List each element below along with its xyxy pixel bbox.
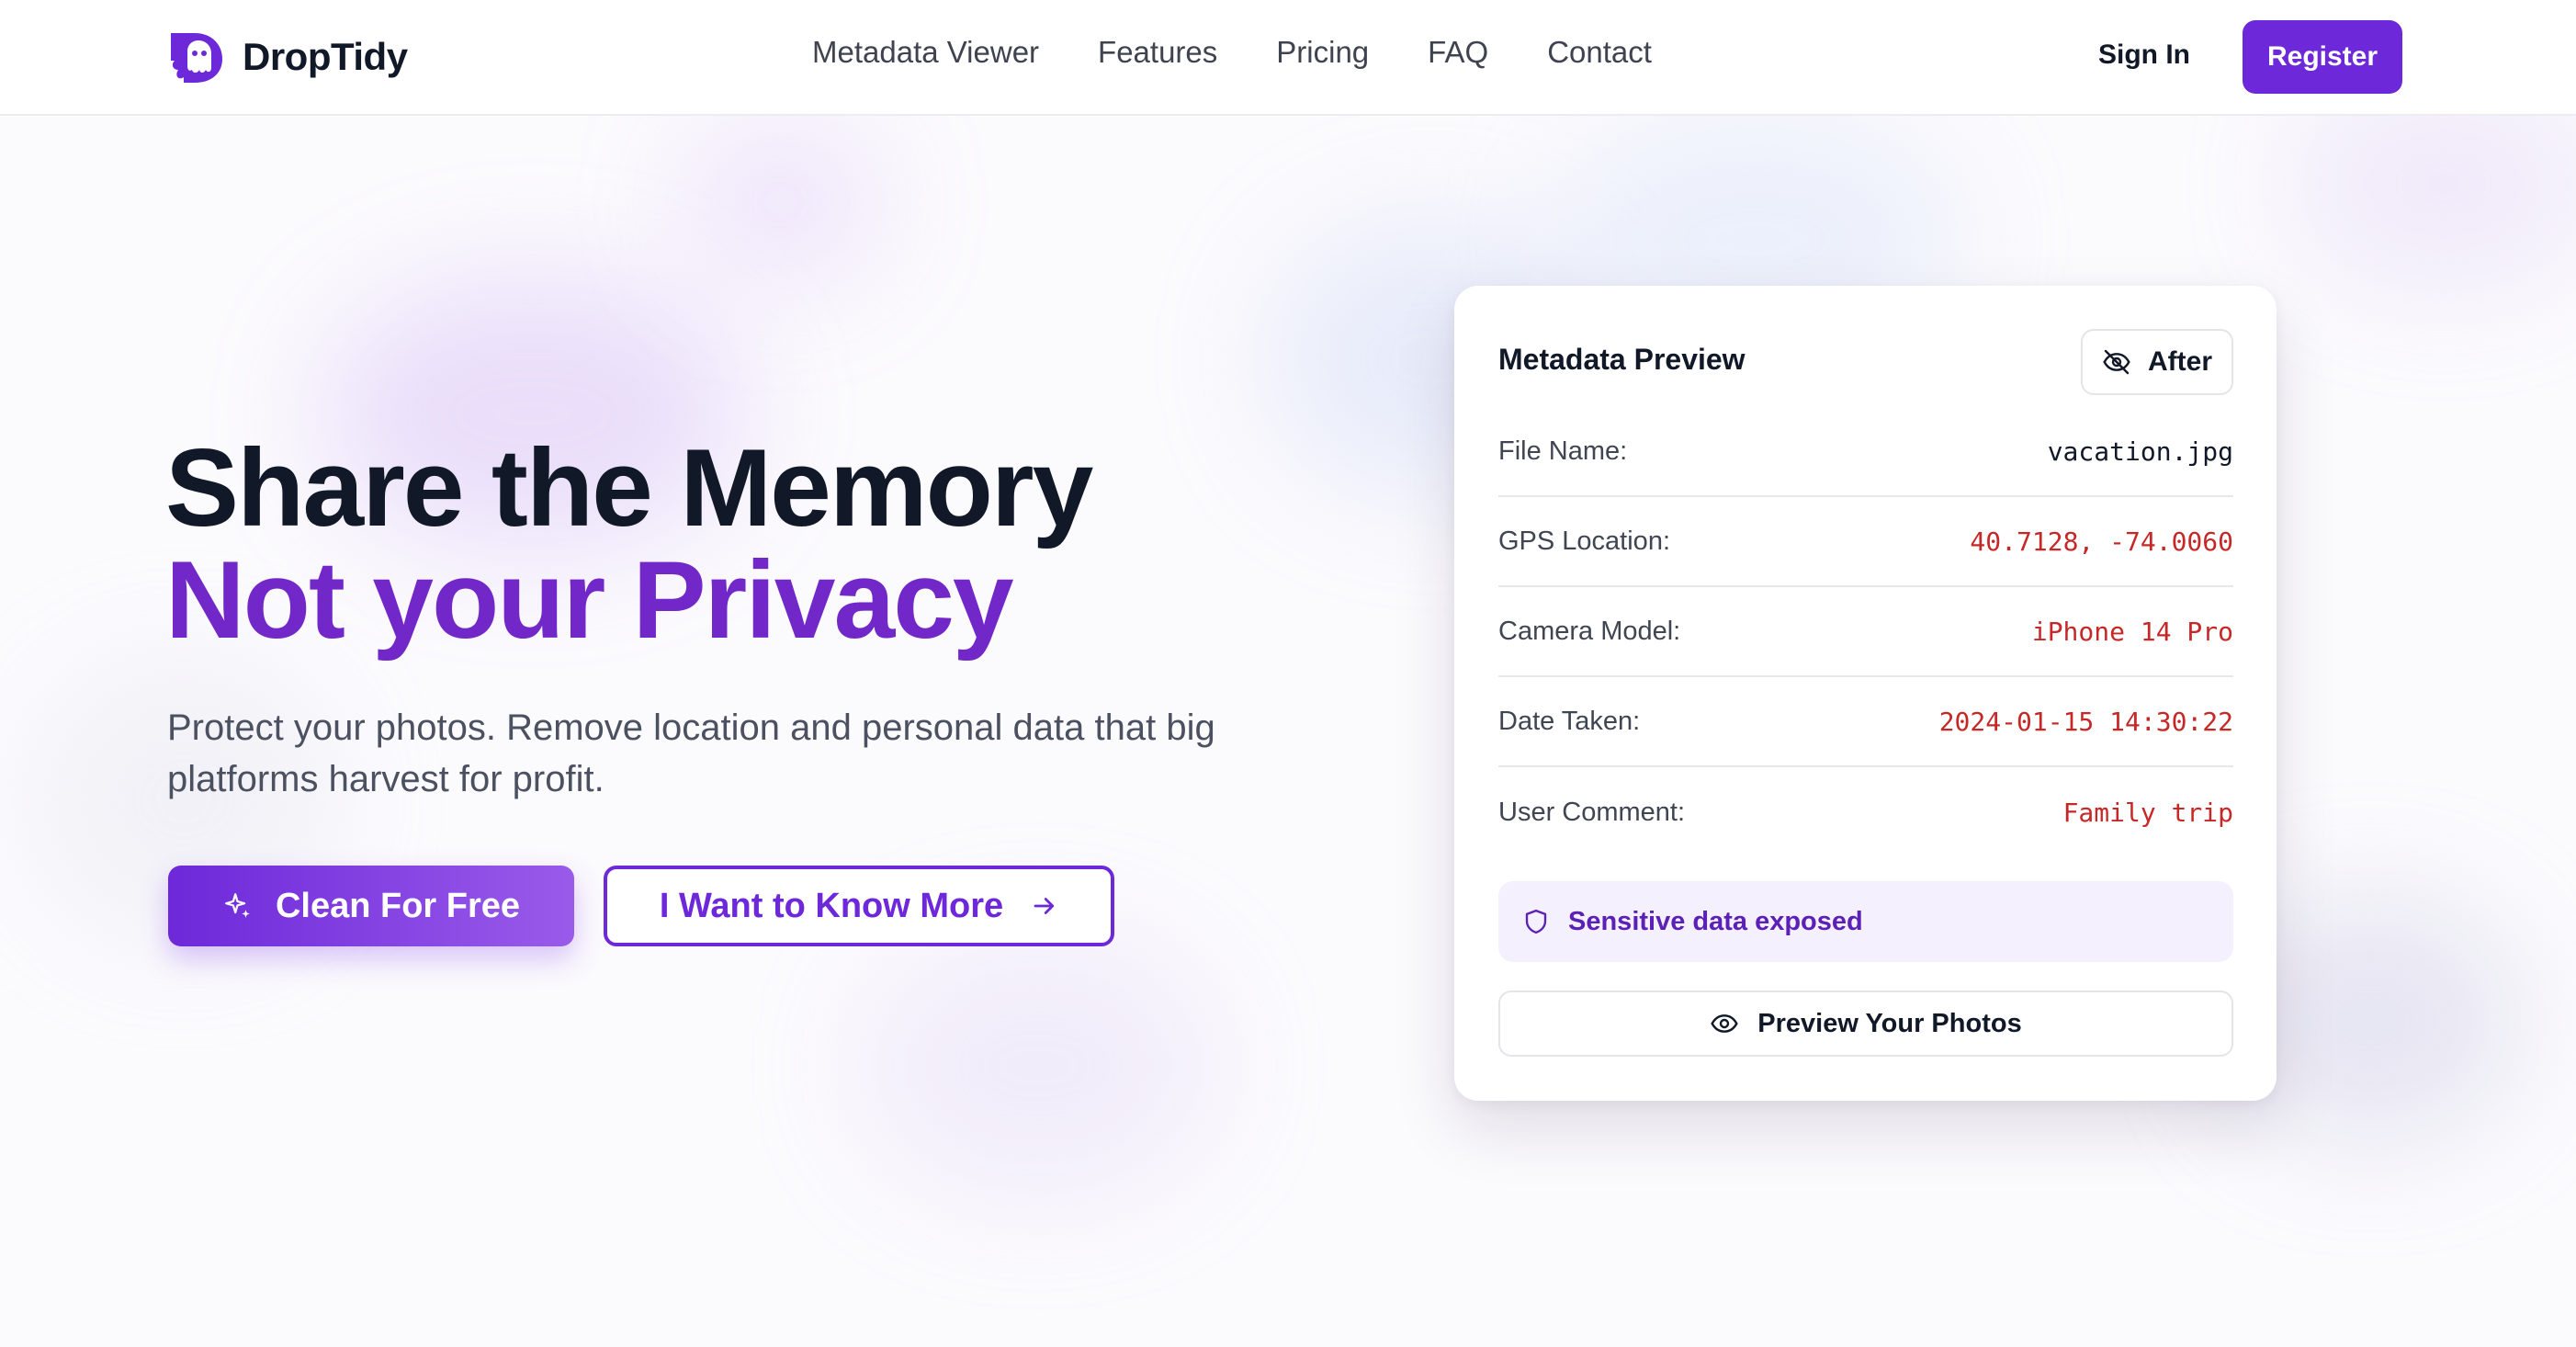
nav-metadata-viewer[interactable]: Metadata Viewer bbox=[812, 35, 1039, 70]
hero-title-line-1: Share the Memory bbox=[165, 426, 1093, 549]
register-button[interactable]: Register bbox=[2243, 20, 2402, 94]
eye-off-icon bbox=[2103, 349, 2130, 375]
alert-text: Sensitive data exposed bbox=[1568, 906, 1863, 936]
know-more-button[interactable]: I Want to Know More bbox=[604, 866, 1114, 946]
nav-pricing[interactable]: Pricing bbox=[1276, 35, 1369, 70]
shield-icon bbox=[1525, 909, 1547, 934]
page: DropTidy Metadata Viewer Features Pricin… bbox=[0, 0, 2576, 1347]
arrow-right-icon bbox=[1034, 898, 1055, 914]
background-blob bbox=[864, 937, 1213, 1194]
site-header: DropTidy Metadata Viewer Features Pricin… bbox=[0, 0, 2576, 116]
metadata-row: File Name: vacation.jpg bbox=[1498, 407, 2233, 497]
eye-icon bbox=[1711, 1014, 1739, 1033]
file-name-label: File Name: bbox=[1498, 436, 1628, 466]
hero-subtitle: Protect your photos. Remove location and… bbox=[167, 707, 1215, 799]
hero-title-line-2: Not your Privacy bbox=[165, 538, 1014, 662]
sparkle-icon bbox=[225, 893, 250, 918]
preview-your-photos-label: Preview Your Photos bbox=[1757, 1008, 2022, 1038]
user-comment-label: User Comment: bbox=[1498, 797, 1686, 827]
file-name-value: vacation.jpg bbox=[2047, 436, 2233, 467]
clean-for-free-label: Clean For Free bbox=[275, 886, 521, 925]
main-nav: Metadata Viewer Features Pricing FAQ Con… bbox=[812, 35, 1652, 70]
user-comment-value: Family trip bbox=[2062, 797, 2233, 828]
metadata-row: Date Taken: 2024-01-15 14:30:22 bbox=[1498, 677, 2233, 767]
metadata-row: Camera Model: iPhone 14 Pro bbox=[1498, 587, 2233, 677]
camera-model-label: Camera Model: bbox=[1498, 616, 1681, 646]
brand-name: DropTidy bbox=[243, 35, 408, 78]
card-title: Metadata Preview bbox=[1498, 343, 1746, 376]
gps-location-value: 40.7128, -74.0060 bbox=[1970, 526, 2233, 557]
sensitive-data-alert: Sensitive data exposed bbox=[1498, 881, 2233, 962]
camera-model-value: iPhone 14 Pro bbox=[2031, 616, 2233, 647]
sign-in-link[interactable]: Sign In bbox=[2098, 40, 2190, 71]
clean-for-free-button[interactable]: Clean For Free bbox=[168, 866, 574, 946]
metadata-preview-card: Metadata Preview After File Name: vacati… bbox=[1454, 286, 2277, 1101]
after-toggle-button[interactable]: After bbox=[2081, 329, 2233, 395]
brand-logo[interactable]: DropTidy bbox=[167, 28, 408, 86]
metadata-row: User Comment: Family trip bbox=[1498, 767, 2233, 857]
metadata-row: GPS Location: 40.7128, -74.0060 bbox=[1498, 497, 2233, 587]
metadata-rows: File Name: vacation.jpg GPS Location: 40… bbox=[1498, 407, 2233, 857]
nav-features[interactable]: Features bbox=[1098, 35, 1217, 70]
nav-faq[interactable]: FAQ bbox=[1428, 35, 1488, 70]
hero-title: Share the Memory Not your Privacy bbox=[165, 426, 1093, 662]
preview-your-photos-button[interactable]: Preview Your Photos bbox=[1498, 990, 2233, 1057]
nav-contact[interactable]: Contact bbox=[1547, 35, 1652, 70]
know-more-label: I Want to Know More bbox=[659, 886, 1004, 925]
ghost-logo-icon bbox=[171, 33, 222, 83]
date-taken-label: Date Taken: bbox=[1498, 706, 1641, 736]
date-taken-value: 2024-01-15 14:30:22 bbox=[1938, 706, 2233, 737]
after-toggle-label: After bbox=[2147, 346, 2212, 377]
background-blob bbox=[680, 119, 882, 285]
gps-location-label: GPS Location: bbox=[1498, 526, 1670, 556]
